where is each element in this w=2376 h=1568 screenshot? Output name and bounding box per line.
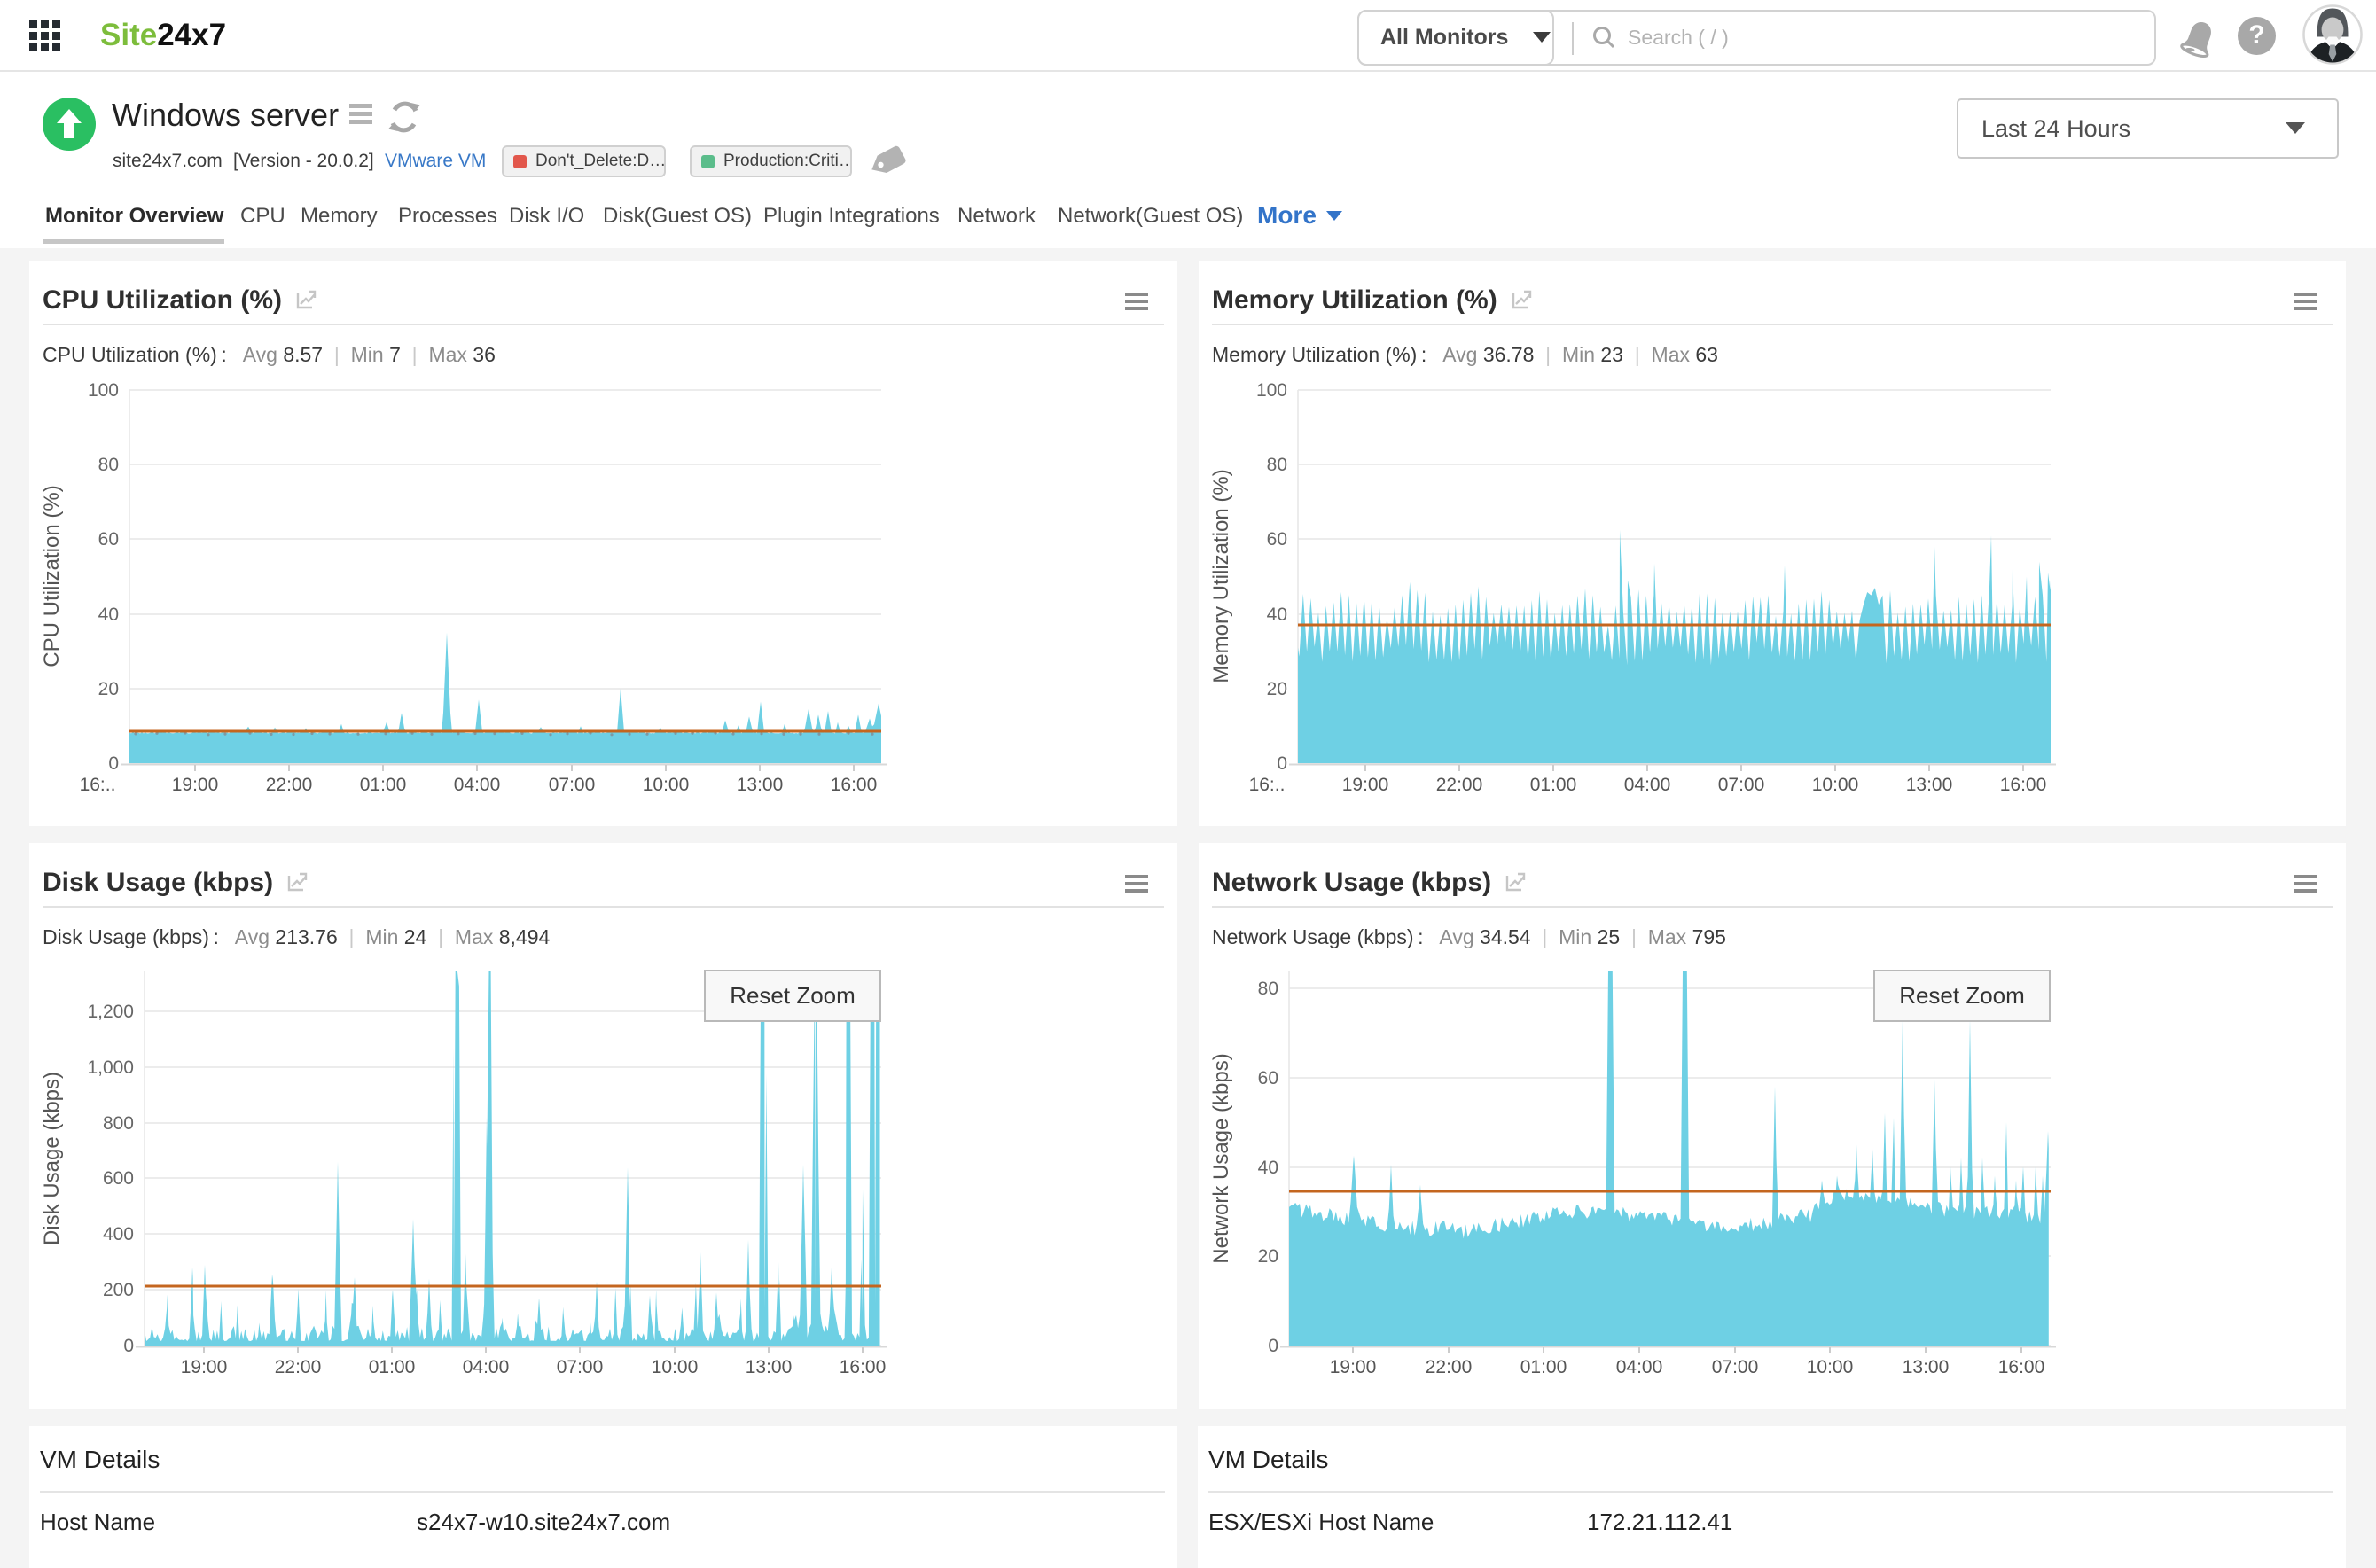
svg-text:800: 800 [103,1113,134,1134]
svg-text:13:00: 13:00 [746,1357,793,1377]
svg-text:Disk Usage (kbps): Disk Usage (kbps) [40,1072,64,1245]
svg-text:04:00: 04:00 [1624,775,1671,795]
svg-text:80: 80 [98,455,119,475]
svg-text:60: 60 [1267,529,1287,550]
svg-text:0: 0 [108,753,119,774]
svg-text:0: 0 [1268,1336,1278,1356]
svg-text:16:00: 16:00 [1998,1357,2045,1377]
svg-text:20: 20 [1258,1246,1278,1267]
svg-text:80: 80 [1258,979,1278,999]
svg-text:19:00: 19:00 [1330,1357,1377,1377]
svg-text:1,200: 1,200 [87,1002,134,1022]
svg-text:80: 80 [1267,455,1287,475]
svg-text:01:00: 01:00 [1520,1357,1567,1377]
svg-text:200: 200 [103,1280,134,1300]
svg-text:07:00: 07:00 [1718,775,1765,795]
svg-text:04:00: 04:00 [1616,1357,1663,1377]
svg-text:01:00: 01:00 [360,775,407,795]
svg-text:Network Usage (kbps): Network Usage (kbps) [1209,1053,1233,1263]
svg-text:22:00: 22:00 [266,775,313,795]
svg-text:0: 0 [1277,753,1287,774]
svg-text:Memory Utilization (%): Memory Utilization (%) [1209,469,1233,683]
svg-text:16:00: 16:00 [2000,775,2047,795]
svg-text:400: 400 [103,1224,134,1244]
svg-text:16:..: 16:.. [80,775,116,795]
svg-text:Reset Zoom: Reset Zoom [1899,982,2025,1009]
svg-text:10:00: 10:00 [1807,1357,1854,1377]
svg-text:20: 20 [98,679,119,699]
svg-text:07:00: 07:00 [549,775,596,795]
svg-text:10:00: 10:00 [643,775,690,795]
svg-text:CPU Utilization (%): CPU Utilization (%) [40,485,64,667]
svg-text:22:00: 22:00 [1436,775,1483,795]
svg-text:100: 100 [1256,380,1287,401]
svg-text:40: 40 [1267,605,1287,625]
svg-text:01:00: 01:00 [369,1357,416,1377]
svg-text:40: 40 [98,605,119,625]
svg-text:60: 60 [1258,1068,1278,1088]
svg-text:22:00: 22:00 [1426,1357,1473,1377]
svg-text:13:00: 13:00 [1906,775,1953,795]
svg-text:600: 600 [103,1168,134,1189]
svg-text:07:00: 07:00 [557,1357,604,1377]
svg-text:Reset Zoom: Reset Zoom [730,982,856,1009]
svg-text:19:00: 19:00 [172,775,219,795]
svg-text:16:..: 16:.. [1249,775,1286,795]
svg-text:40: 40 [1258,1158,1278,1178]
svg-text:13:00: 13:00 [737,775,784,795]
svg-text:1,000: 1,000 [87,1057,134,1078]
svg-text:01:00: 01:00 [1530,775,1577,795]
svg-text:04:00: 04:00 [463,1357,510,1377]
svg-text:60: 60 [98,529,119,550]
svg-text:19:00: 19:00 [181,1357,228,1377]
svg-text:19:00: 19:00 [1342,775,1389,795]
svg-text:07:00: 07:00 [1712,1357,1759,1377]
svg-text:16:00: 16:00 [840,1357,887,1377]
svg-text:13:00: 13:00 [1903,1357,1950,1377]
svg-text:10:00: 10:00 [652,1357,699,1377]
svg-text:04:00: 04:00 [454,775,501,795]
svg-text:16:00: 16:00 [831,775,878,795]
svg-text:0: 0 [123,1336,134,1356]
svg-text:22:00: 22:00 [275,1357,322,1377]
svg-text:100: 100 [88,380,119,401]
svg-text:10:00: 10:00 [1812,775,1859,795]
svg-text:20: 20 [1267,679,1287,699]
